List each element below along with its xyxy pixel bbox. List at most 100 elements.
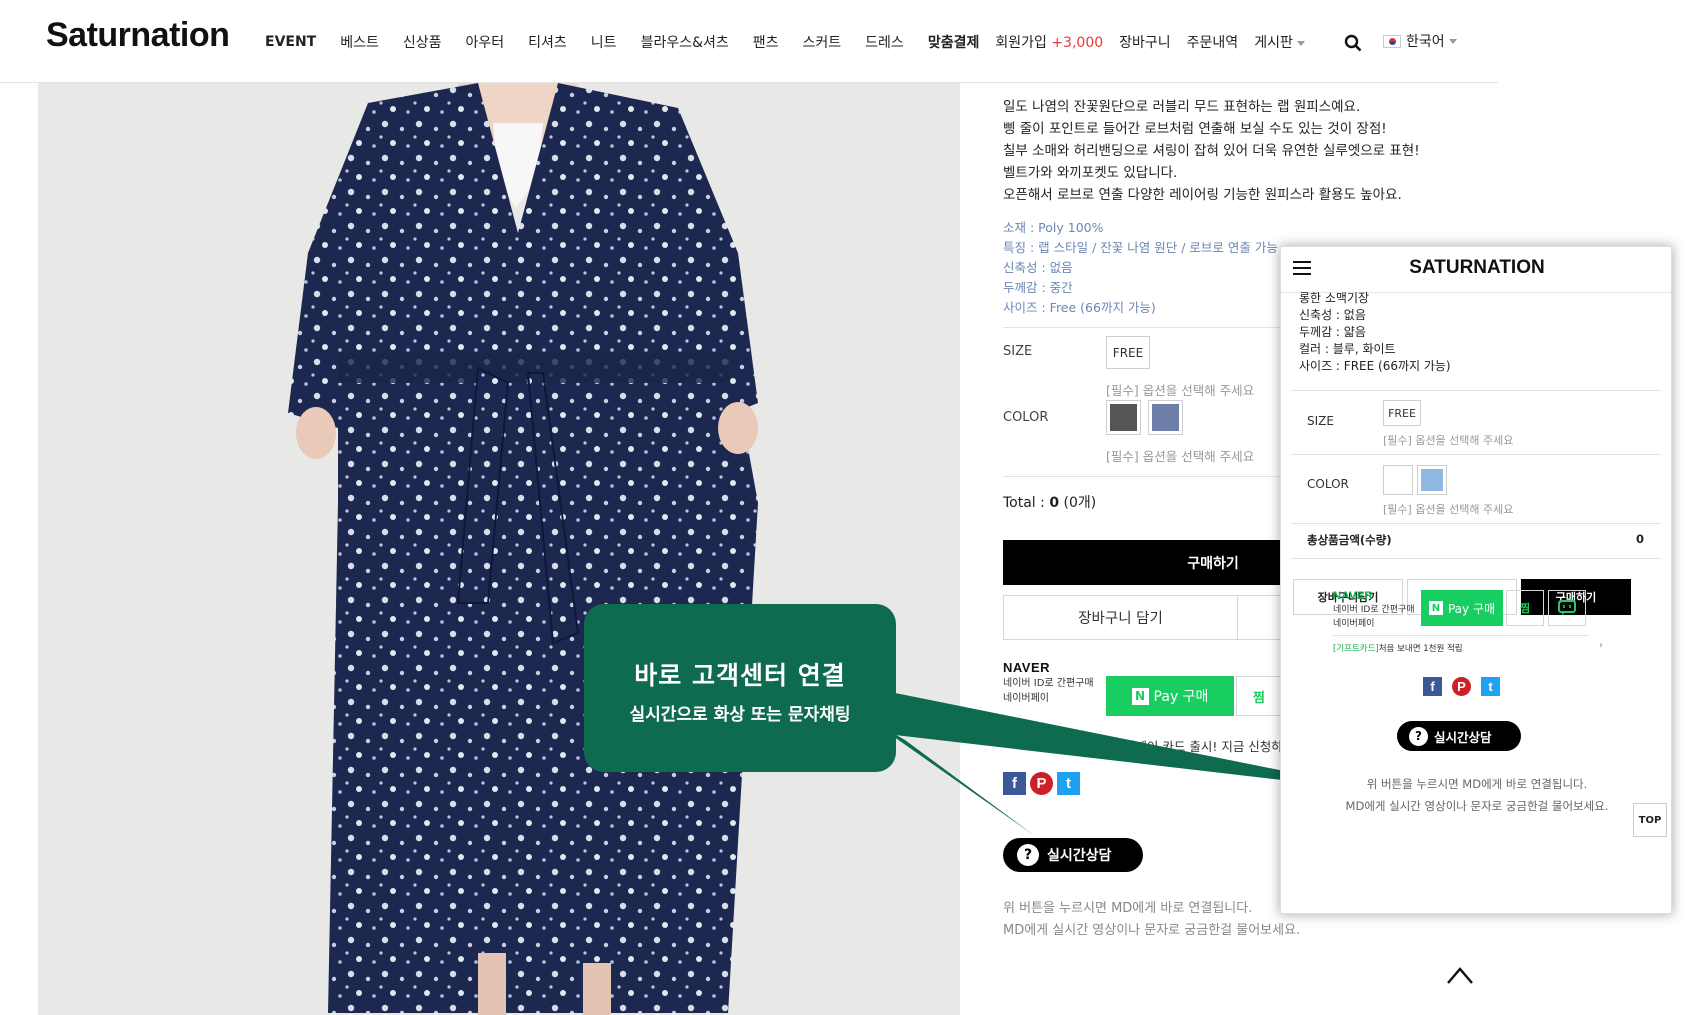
naver-zzim-button[interactable]: 찜 [1236, 676, 1282, 716]
buy-now-button[interactable]: 구매하기 [1003, 540, 1293, 585]
mobile-note-line: MD에게 실시간 영상이나 문자로 궁금한걸 물어보세요. [1345, 799, 1609, 813]
giftcard-tag: [기프트카드] [1333, 644, 1379, 654]
mobile-live-chat-button[interactable]: ? 실시간상담 [1397, 721, 1521, 751]
nav-outer[interactable]: 아우터 [466, 32, 505, 52]
mobile-size-option-free[interactable]: FREE [1383, 400, 1421, 426]
naver-n-icon: N [1428, 601, 1443, 615]
description-line: 칠부 소매와 허리밴딩으로 셔링이 잡혀 있어 더욱 유연한 실루엣으로 표현! [1003, 143, 1420, 159]
share-icons: f P t [1003, 772, 1080, 795]
swatch-fill [1387, 469, 1409, 491]
naver-promo-text[interactable]: ... 네이버페이 카드 출시! 지금 신청하... [1085, 736, 1295, 755]
mobile-naver-zzim-button[interactable]: 찜 [1506, 590, 1544, 626]
twitter-icon[interactable]: t [1481, 677, 1500, 696]
size-label: SIZE [1003, 344, 1033, 359]
korea-flag-icon [1383, 34, 1401, 48]
nav-new[interactable]: 신상품 [403, 32, 442, 52]
nav-best[interactable]: 베스트 [340, 32, 379, 52]
naver-logo: NAVER [1003, 660, 1051, 675]
mobile-color-swatch-white[interactable] [1383, 465, 1413, 495]
note-line: MD에게 실시간 영상이나 문자로 궁금한걸 물어보세요. [1003, 923, 1301, 938]
divider [1291, 454, 1661, 455]
product-specs: 소재 : Poly 100% 특징 : 랩 스타일 / 잔꽃 나염 원단 / 로… [1003, 218, 1278, 318]
nav-join-bonus: +3,000 [1051, 35, 1104, 51]
size-hint: [필수] 옵션을 선택해 주세요 [1106, 383, 1255, 398]
total-label: Total : [1003, 495, 1050, 511]
color-swatch-blue[interactable] [1148, 400, 1183, 435]
mobile-naver-sub-1: 네이버 ID로 간편구매 [1333, 605, 1415, 615]
total-count: (0개) [1063, 495, 1097, 511]
mobile-giftcard-text[interactable]: [기프트카드]처음 보내면 1천원 적립 [1333, 642, 1463, 654]
mobile-header: SATURNATION [1281, 247, 1671, 293]
naver-n-icon: N [1131, 687, 1149, 705]
mobile-live-chat-label: 실시간상담 [1434, 729, 1492, 745]
swatch-fill [1110, 404, 1137, 431]
description-line: 오픈해서 로브로 연출 다양한 레이어링 기능한 원피스라 활용도 높아요. [1003, 187, 1402, 203]
mobile-spec-line: 컬러 : 블루, 화이트 [1299, 342, 1396, 356]
dress-illustration [38, 83, 960, 1015]
description-line: 삥 줄이 포인트로 들어간 로브처럼 연출해 보실 수도 있는 것이 장점! [1003, 121, 1387, 137]
facebook-icon[interactable]: f [1003, 772, 1026, 795]
nav-blouse[interactable]: 블라우스&셔츠 [641, 32, 729, 52]
add-to-cart-button[interactable]: 장바구니 담기 [1003, 595, 1238, 640]
naver-pay-button[interactable]: N Pay 구매 [1106, 676, 1234, 716]
divider [1291, 390, 1661, 391]
mobile-naver-logo: NAVER [1333, 590, 1374, 602]
description-line: 벨트가와 와끼포켓도 있답니다. [1003, 165, 1178, 181]
mobile-color-swatch-blue[interactable] [1417, 465, 1447, 495]
desktop-product-page: Saturnation EVENT 베스트 신상품 아우터 티셔츠 니트 블라우… [0, 0, 1498, 1015]
language-label: 한국어 [1406, 34, 1445, 50]
nav-skirt[interactable]: 스커트 [803, 32, 842, 52]
live-chat-button[interactable]: ? 실시간상담 [1003, 838, 1143, 872]
nav-custom-payment[interactable]: 맞춤결제 [928, 32, 980, 52]
scroll-up-icon[interactable] [1446, 965, 1474, 985]
mobile-logo[interactable]: SATURNATION [1281, 257, 1671, 279]
mobile-talk-button[interactable] [1548, 590, 1586, 626]
site-logo[interactable]: Saturnation [46, 16, 230, 55]
nav-pants[interactable]: 팬츠 [753, 32, 779, 52]
mobile-total-label: 총상품금액(수량) [1307, 533, 1392, 547]
nav-board-label: 게시판 [1254, 35, 1293, 51]
top-button[interactable]: TOP [1633, 803, 1667, 837]
nav-orders[interactable]: 주문내역 [1187, 32, 1239, 52]
total-amount: 0 [1049, 495, 1060, 511]
spec-feature: 특징 : 랩 스타일 / 잔꽃 나염 원단 / 로브로 연출 가능 [1003, 240, 1278, 255]
mobile-spec-line: 롱한 소맥기장 [1299, 291, 1370, 305]
divider [1291, 523, 1661, 524]
mobile-color-label: COLOR [1307, 477, 1349, 491]
product-description: 일도 나염의 잔꽃원단으로 러블리 무드 표현하는 랩 원피스예요. 삥 줄이 … [1003, 96, 1420, 206]
nav-board[interactable]: 게시판 [1254, 32, 1305, 52]
chevron-right-icon[interactable]: › [1599, 640, 1603, 651]
nav-knit[interactable]: 니트 [591, 32, 617, 52]
swatch-fill [1152, 404, 1179, 431]
nav-join-label: 회원가입 [995, 35, 1047, 51]
note-line: 위 버튼을 누르시면 MD에게 바로 연결됩니다. [1003, 901, 1253, 916]
spec-stretch: 신축성 : 없음 [1003, 260, 1073, 275]
callout-title: 바로 고객센터 연결 [634, 661, 846, 690]
main-nav: EVENT 베스트 신상품 아우터 티셔츠 니트 블라우스&셔츠 팬츠 스커트 … [265, 30, 1305, 54]
twitter-icon[interactable]: t [1057, 772, 1080, 795]
naver-pay-label: Pay 구매 [1153, 689, 1209, 705]
nav-tshirts[interactable]: 티셔츠 [528, 32, 567, 52]
mobile-naver-pay-button[interactable]: N Pay 구매 [1421, 590, 1503, 626]
spec-size: 사이즈 : Free (66까지 가능) [1003, 300, 1156, 315]
nav-join[interactable]: 회원가입 +3,000 [995, 32, 1103, 52]
nav-event[interactable]: EVENT [265, 34, 316, 50]
nav-dress[interactable]: 드레스 [865, 32, 904, 52]
color-hint: [필수] 옵션을 선택해 주세요 [1106, 449, 1255, 464]
facebook-icon[interactable]: f [1423, 677, 1442, 696]
product-photo [38, 83, 960, 1015]
total-price: Total : 0 (0개) [1003, 492, 1096, 512]
search-icon[interactable] [1344, 34, 1362, 52]
language-select[interactable]: 한국어 [1383, 31, 1457, 51]
mobile-live-chat-note: 위 버튼을 누르시면 MD에게 바로 연결됩니다. MD에게 실시간 영상이나 … [1281, 773, 1671, 817]
color-swatch-charcoal[interactable] [1106, 400, 1141, 435]
mobile-spec-line: 사이즈 : FREE (66까지 가능) [1299, 359, 1451, 373]
pinterest-icon[interactable]: P [1030, 772, 1053, 795]
size-option-free[interactable]: FREE [1106, 336, 1150, 369]
nav-cart[interactable]: 장바구니 [1119, 32, 1171, 52]
chat-bubble-icon [1558, 600, 1576, 615]
pinterest-icon[interactable]: P [1452, 677, 1471, 696]
question-icon: ? [1017, 844, 1039, 866]
mobile-total-value: 0 [1636, 532, 1645, 546]
swatch-fill [1421, 469, 1443, 491]
